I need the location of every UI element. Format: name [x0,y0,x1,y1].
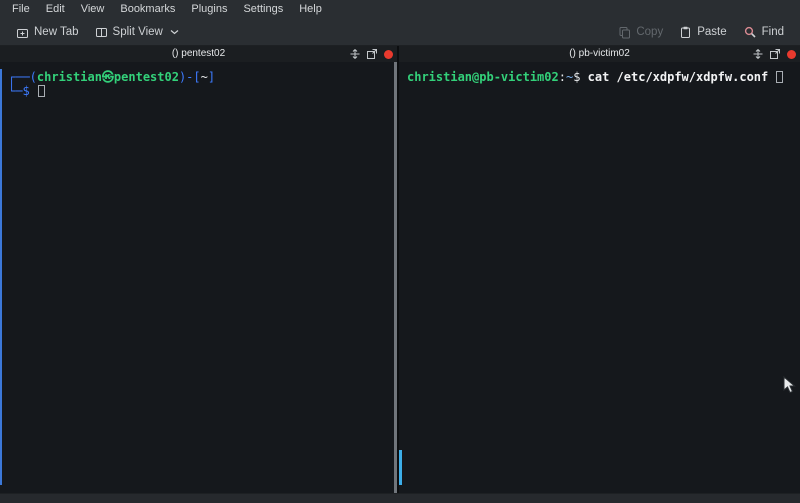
prompt-open: ┌──( [8,70,37,84]
menubar: File Edit View Bookmarks Plugins Setting… [0,0,800,19]
paste-button[interactable]: Paste [671,23,734,42]
right-pane-scroll-indicator [399,450,402,485]
expand-view-icon[interactable] [350,49,360,59]
expand-view-icon[interactable] [753,49,763,59]
prompt-symbol: └─$ [8,84,37,98]
menu-plugins[interactable]: Plugins [183,0,235,19]
split-view-label: Split View [113,26,163,38]
paste-icon [679,26,692,39]
close-view-button[interactable] [787,50,796,59]
terminal-pentest02[interactable]: ┌──(christian㉿pentest02)-[~] └─$ [0,62,397,493]
menu-bookmarks[interactable]: Bookmarks [112,0,183,19]
find-button[interactable]: Find [735,22,792,42]
new-tab-label: New Tab [34,26,79,38]
pane-header-pentest02[interactable]: () pentest02 [0,46,397,62]
prompt-colon: : [559,70,566,84]
prompt-userhost: christian@pb-victim02 [407,70,559,84]
menu-settings[interactable]: Settings [235,0,291,19]
copy-button[interactable]: Copy [610,23,671,42]
bottom-tabbar-strip [0,493,800,503]
new-tab-icon [16,26,29,39]
terminal-cursor [776,71,783,83]
pane-controls-right [753,46,796,62]
pane-controls-left [350,46,393,62]
prompt-path: ~ [201,70,208,84]
find-icon [743,25,757,39]
chevron-down-icon [170,29,179,35]
prompt-close: ] [208,70,215,84]
close-view-button[interactable] [384,50,393,59]
copy-label: Copy [636,26,663,38]
pane-pb-victim02: () pb-victim02 [399,46,800,493]
find-label: Find [762,26,784,38]
menu-view[interactable]: View [73,0,113,19]
prompt-line: christian@pb-victim02:~$ cat /etc/xdpfw/… [407,70,794,84]
prompt-line-1: ┌──(christian㉿pentest02)-[~] [8,70,391,84]
menu-file[interactable]: File [4,0,38,19]
menu-help[interactable]: Help [291,0,330,19]
detach-tab-icon[interactable] [770,49,780,59]
prompt-dollar: $ [573,70,587,84]
split-view-button[interactable]: Split View [87,23,187,42]
left-pane-scrollbar[interactable] [394,62,397,493]
pane-title-pentest02: () pentest02 [0,46,397,62]
active-pane-indicator [0,69,2,485]
konsole-window: File Edit View Bookmarks Plugins Setting… [0,0,800,503]
prompt-mid: )-[ [179,70,201,84]
copy-icon [618,26,631,39]
mouse-cursor [783,376,797,394]
terminal-pb-victim02[interactable]: christian@pb-victim02:~$ cat /etc/xdpfw/… [399,62,800,493]
pane-pentest02: () pentest02 [0,46,397,493]
prompt-userhost: christian㉿pentest02 [37,70,179,84]
split-view-icon [95,26,108,39]
paste-label: Paste [697,26,726,38]
menu-edit[interactable]: Edit [38,0,73,19]
new-tab-button[interactable]: New Tab [8,23,87,42]
detach-tab-icon[interactable] [367,49,377,59]
typed-command: cat /etc/xdpfw/xdpfw.conf [588,70,776,84]
toolbar: New Tab Split View [0,19,800,46]
terminal-cursor [38,85,45,97]
pane-header-pb-victim02[interactable]: () pb-victim02 [399,46,800,62]
prompt-line-2: └─$ [8,84,391,98]
pane-title-pb-victim02: () pb-victim02 [399,46,800,62]
split-container: () pentest02 [0,46,800,493]
